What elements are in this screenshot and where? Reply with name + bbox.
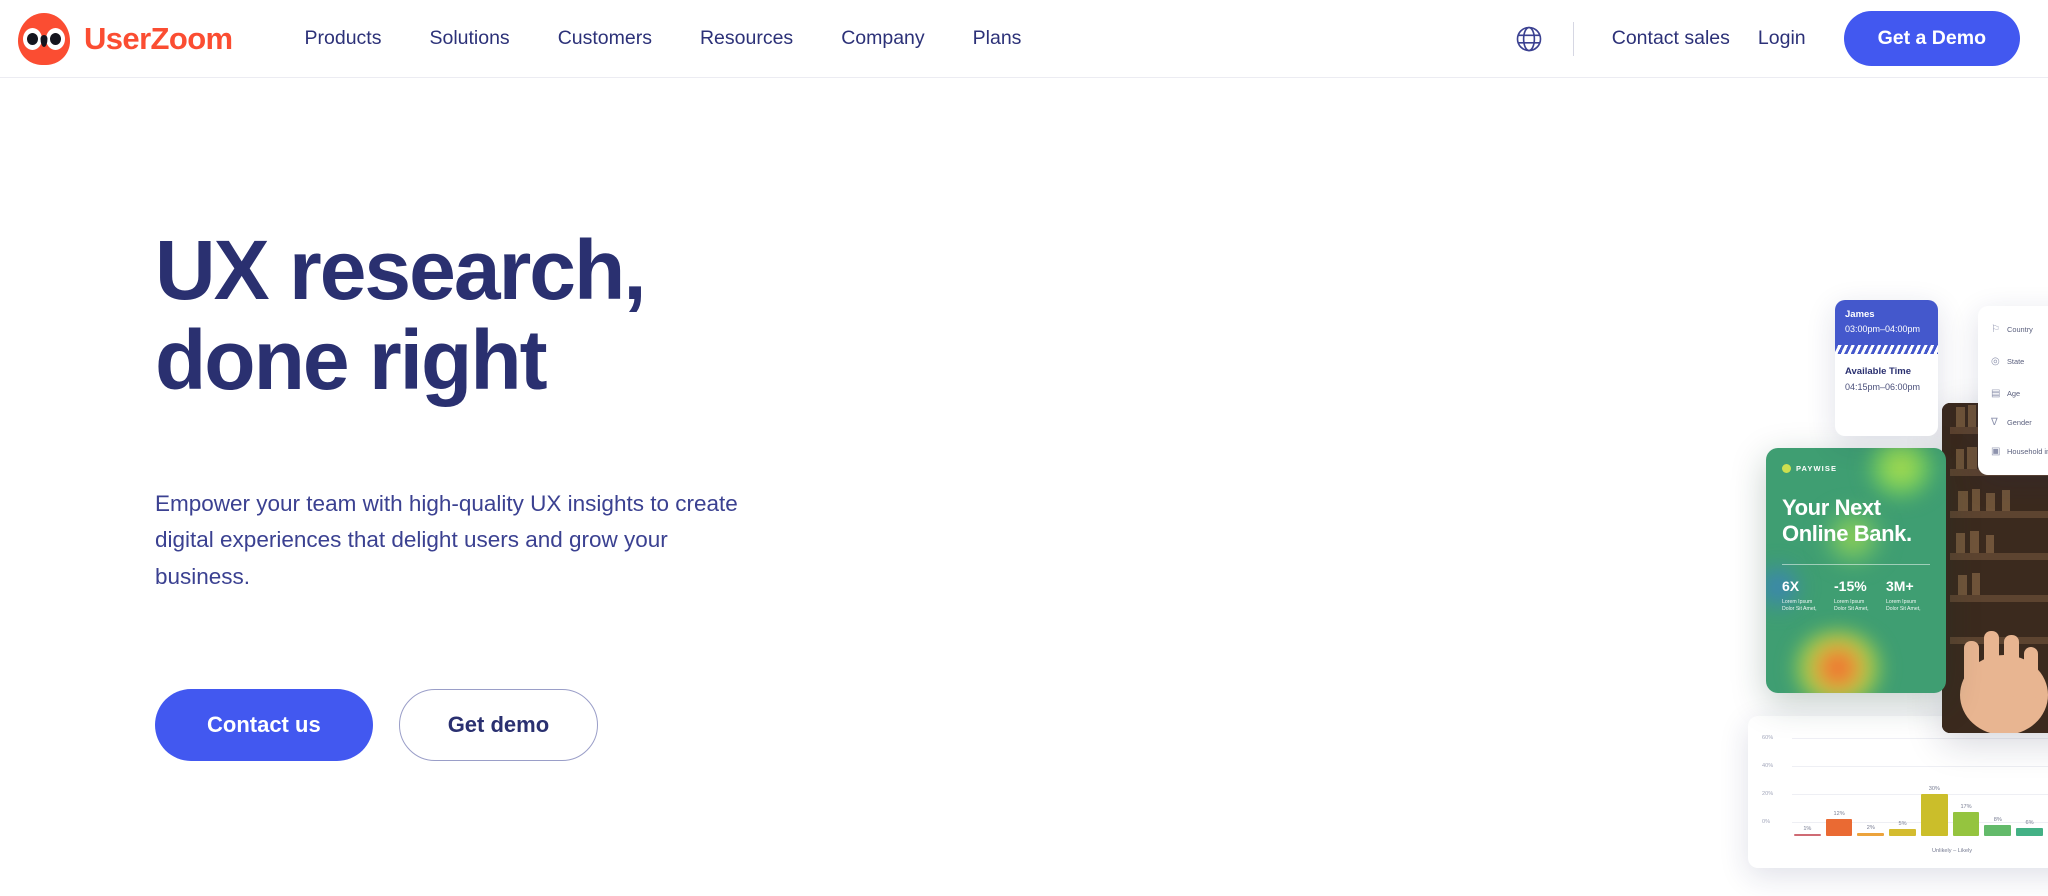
contact-sales-link[interactable]: Contact sales	[1598, 27, 1744, 50]
nav-item-plans[interactable]: Plans	[949, 27, 1046, 50]
slot-divider-stripe	[1835, 345, 1938, 354]
paywise-mark-icon	[1782, 464, 1791, 473]
page-title: UX research, done right	[155, 223, 647, 407]
scheduler-card: James 03:00pm–04:00pm Available Time 04:…	[1835, 300, 1938, 436]
stat-caption: Lorem Ipsum Dolor Sit Amet,	[1782, 598, 1817, 613]
paywise-stat: 3M+ Lorem Ipsum Dolor Sit Amet,	[1886, 578, 1930, 614]
header-actions: Contact sales Login Get a Demo	[1507, 11, 2020, 66]
bar-chart-card: 60% 40% 20% 0% 1%12%2%5%30%17%8%6%6%7%6%…	[1748, 716, 2048, 868]
bar-value-label: 17%	[1960, 804, 1972, 811]
y-tick-0: 0%	[1762, 819, 1771, 825]
filter-label: State	[2007, 357, 2025, 366]
bar-value-label: 2%	[1866, 825, 1875, 832]
stat-caption: Lorem Ipsum Dolor Sit Amet,	[1834, 598, 1869, 613]
filter-label: Country	[2007, 325, 2033, 334]
y-tick-20: 20%	[1762, 791, 1774, 797]
bar-value-label: 30%	[1928, 786, 1940, 792]
bar-value-label: 12%	[1833, 811, 1845, 818]
bar	[1984, 824, 2012, 836]
bar	[1889, 829, 1916, 836]
available-slot[interactable]: Available Time 04:15pm–06:00pm	[1835, 354, 1938, 436]
stat-value: 3M+	[1886, 577, 1914, 594]
filter-row-country: ⚐ Country United States ▾	[1991, 321, 2048, 338]
bar-item: 30%	[1920, 738, 1948, 836]
bar-item: 6%	[2016, 738, 2043, 836]
globe-icon[interactable]	[1507, 17, 1551, 61]
flag-icon: ⚐	[1991, 324, 2000, 335]
hero-cta-group: Contact us Get demo	[155, 689, 830, 762]
stat-value: 6X	[1782, 577, 1800, 594]
bar	[1825, 819, 1853, 836]
calendar-icon: ▤	[1991, 388, 2001, 399]
nav-item-customers[interactable]: Customers	[534, 27, 676, 50]
wallet-icon: ▣	[1991, 446, 2001, 457]
bar-group: 1%12%2%5%30%17%8%6%6%7%6%	[1794, 738, 2048, 836]
bar-item: 17%	[1952, 738, 1980, 836]
brand-logo[interactable]: UserZoom	[18, 12, 233, 65]
nav-item-solutions[interactable]: Solutions	[405, 27, 533, 50]
participant-filters-card: ⚐ Country United States ▾ ◎ State Califo…	[1978, 306, 2048, 475]
bar	[2016, 827, 2043, 836]
scheduled-slot: James 03:00pm–04:00pm	[1835, 300, 1938, 345]
brand-wordmark: UserZoom	[84, 20, 233, 56]
bar-item: 5%	[1889, 738, 1916, 836]
site-header: UserZoom Products Solutions Customers Re…	[0, 0, 2048, 78]
bar	[1857, 833, 1885, 836]
bar-value-label: 8%	[1993, 816, 2002, 823]
booked-time: 03:00pm–04:00pm	[1845, 324, 1921, 334]
paywise-stats: 6X Lorem Ipsum Dolor Sit Amet, -15% Lore…	[1782, 578, 1930, 614]
filter-row-age: ▤ Age From 21 to 50	[1991, 385, 2048, 402]
bar-value-label: 1%	[1803, 826, 1812, 832]
paywise-logo: PAYWISE	[1782, 464, 1930, 473]
bar	[1952, 812, 1980, 836]
hero-collage: 60% 40% 20% 0% 1%12%2%5%30%17%8%6%6%7%6%…	[830, 78, 2048, 896]
bar	[1794, 834, 1821, 836]
bar-value-label: 5%	[1898, 821, 1907, 827]
bar-item: 12%	[1825, 738, 1853, 836]
bar	[1920, 794, 1948, 836]
primary-nav: Products Solutions Customers Resources C…	[281, 27, 1046, 50]
filter-label: Gender	[2007, 418, 2032, 427]
y-tick-60: 60%	[1762, 735, 1774, 741]
contact-us-button[interactable]: Contact us	[155, 689, 373, 762]
bar-chart: 60% 40% 20% 0% 1%12%2%5%30%17%8%6%6%7%6%…	[1762, 732, 2048, 858]
paywise-rule	[1782, 563, 1930, 565]
filter-row-state: ◎ State California ✕ Nevada ✕ ▾	[1991, 350, 2048, 373]
header-divider	[1572, 21, 1574, 56]
nav-item-resources[interactable]: Resources	[676, 27, 817, 50]
paywise-stat: 6X Lorem Ipsum Dolor Sit Amet,	[1782, 578, 1826, 614]
paywise-heatmap-card: PAYWISE Your Next Online Bank. 6X Lorem …	[1766, 448, 1946, 693]
get-demo-button[interactable]: Get demo	[398, 689, 599, 762]
login-link[interactable]: Login	[1744, 27, 1820, 50]
x-axis-label: Unlikely – Likely	[1931, 848, 1973, 854]
owl-logo-icon	[18, 12, 70, 65]
nav-item-company[interactable]: Company	[817, 27, 948, 50]
filter-row-gender: ∇ Gender Female ▾	[1991, 414, 2048, 431]
bar-item: 2%	[1857, 738, 1885, 836]
hero-copy: UX research, done right Empower your tea…	[0, 78, 830, 896]
stat-caption: Lorem Ipsum Dolor Sit Amet,	[1886, 598, 1921, 613]
participant-name: James	[1845, 309, 1875, 320]
hero-section: UX research, done right Empower your tea…	[0, 78, 2048, 896]
y-tick-40: 40%	[1762, 763, 1774, 769]
bar-item: 1%	[1794, 738, 1821, 836]
bar-value-label: 6%	[2025, 819, 2034, 826]
paywise-logo-text: PAYWISE	[1796, 464, 1838, 473]
filter-row-income: ▣ Household income $40,000 - $49,999 ▾	[1991, 443, 2048, 460]
filter-label: Household income	[2007, 447, 2048, 456]
nav-item-products[interactable]: Products	[281, 27, 406, 50]
paywise-headline: Your Next Online Bank.	[1782, 495, 1912, 546]
pin-icon: ◎	[1991, 356, 2000, 367]
get-a-demo-button[interactable]: Get a Demo	[1843, 11, 2020, 66]
funnel-icon: ∇	[1991, 417, 1998, 428]
available-time-label: Available Time	[1845, 366, 1912, 377]
stat-value: -15%	[1834, 577, 1867, 594]
paywise-stat: -15% Lorem Ipsum Dolor Sit Amet,	[1834, 578, 1878, 614]
bar-item: 8%	[1984, 738, 2012, 836]
filter-label: Age	[2007, 389, 2021, 398]
hero-subtitle: Empower your team with high-quality UX i…	[155, 490, 738, 589]
available-time-range: 04:15pm–06:00pm	[1845, 382, 1921, 392]
